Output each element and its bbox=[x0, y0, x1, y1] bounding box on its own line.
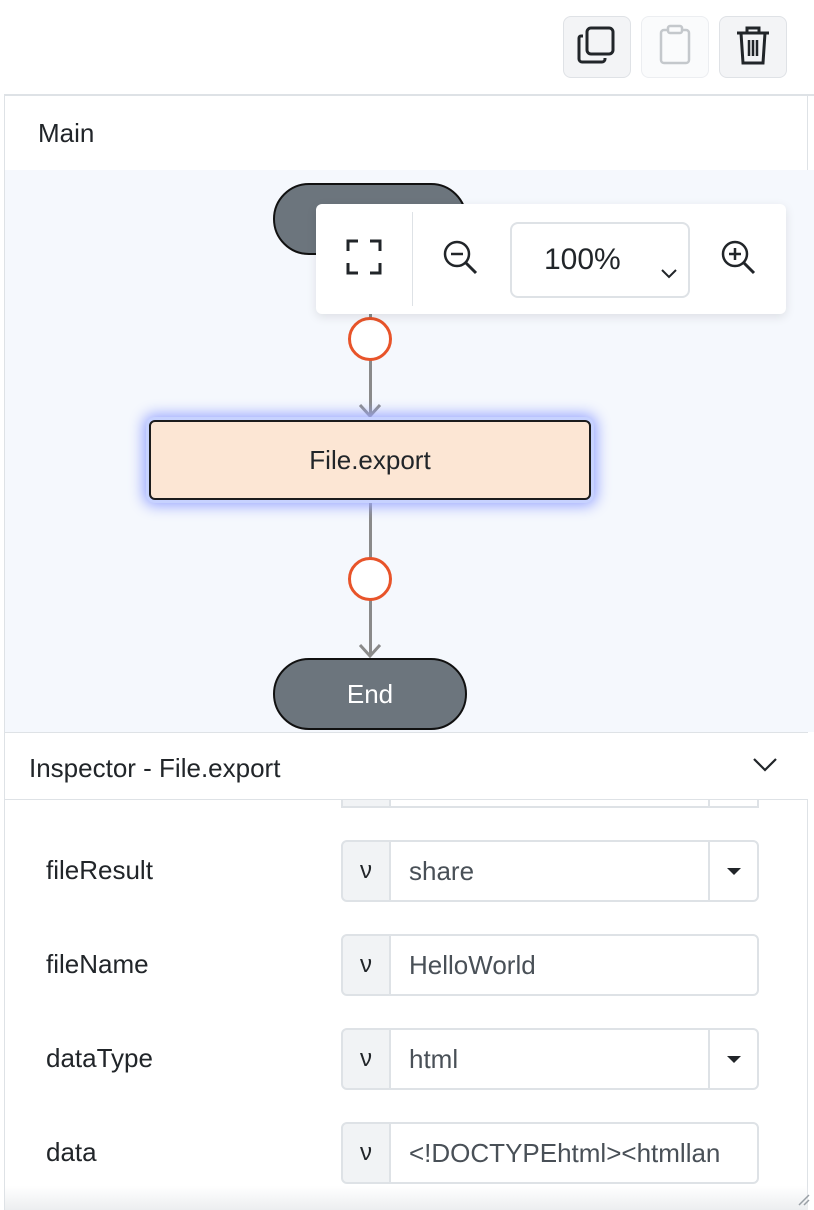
paste-button[interactable] bbox=[641, 16, 709, 78]
fit-screen-button[interactable] bbox=[340, 235, 388, 283]
field-label-dataType: dataType bbox=[46, 1043, 153, 1073]
scrolled-row-fragment bbox=[341, 800, 391, 808]
value-mode-toggle[interactable]: ν bbox=[341, 934, 391, 996]
zoom-in-icon bbox=[720, 239, 756, 280]
field-label-data: data bbox=[46, 1137, 97, 1167]
flow-tab-label: Main bbox=[38, 118, 95, 148]
scroll-fade bbox=[5, 1186, 808, 1210]
scrolled-row-fragment bbox=[389, 800, 710, 808]
field-label-fileResult: fileResult bbox=[46, 855, 153, 885]
clipboard-icon bbox=[655, 23, 695, 72]
zoom-level-select[interactable]: 100% bbox=[510, 222, 690, 298]
dataType-input[interactable]: html bbox=[389, 1028, 710, 1090]
caret-down-icon bbox=[726, 867, 741, 875]
end-node[interactable]: End bbox=[273, 658, 467, 730]
arrow-icon bbox=[358, 404, 382, 418]
caret-down-icon bbox=[726, 1055, 741, 1063]
inspector-title: Inspector - File.export bbox=[29, 753, 281, 783]
fileResult-input[interactable]: share bbox=[389, 840, 710, 902]
field-label-fileName: fileName bbox=[46, 949, 149, 979]
add-step-connector[interactable] bbox=[348, 557, 392, 601]
zoom-level-value: 100% bbox=[544, 243, 621, 276]
copy-button[interactable] bbox=[563, 16, 631, 78]
zoom-out-button[interactable] bbox=[436, 235, 484, 283]
copy-icon bbox=[575, 23, 619, 72]
fit-screen-icon bbox=[346, 239, 382, 280]
add-step-connector[interactable] bbox=[348, 317, 392, 361]
delete-button[interactable] bbox=[719, 16, 787, 78]
chevron-down-icon[interactable] bbox=[752, 757, 778, 778]
inspector-header[interactable]: Inspector - File.export bbox=[5, 732, 808, 800]
fileResult-dropdown-button[interactable] bbox=[708, 840, 759, 902]
zoom-in-button[interactable] bbox=[714, 235, 762, 283]
resize-handle-icon[interactable] bbox=[796, 1192, 810, 1206]
toolbar bbox=[4, 0, 814, 96]
value-mode-toggle[interactable]: ν bbox=[341, 1122, 391, 1184]
file-export-node[interactable]: File.export bbox=[149, 420, 591, 500]
scrolled-row-fragment bbox=[708, 800, 759, 808]
chevron-down-icon bbox=[660, 254, 678, 288]
trash-icon bbox=[733, 23, 773, 72]
fileName-input[interactable]: HelloWorld bbox=[389, 934, 759, 996]
dataType-dropdown-button[interactable] bbox=[708, 1028, 759, 1090]
zoom-controls: 100% bbox=[316, 204, 786, 314]
zoom-out-icon bbox=[442, 239, 478, 280]
value-mode-toggle[interactable]: ν bbox=[341, 1028, 391, 1090]
data-input[interactable]: <!DOCTYPEhtml><htmllan bbox=[389, 1122, 759, 1184]
divider bbox=[412, 212, 413, 306]
value-mode-toggle[interactable]: ν bbox=[341, 840, 391, 902]
arrow-icon bbox=[358, 644, 382, 658]
